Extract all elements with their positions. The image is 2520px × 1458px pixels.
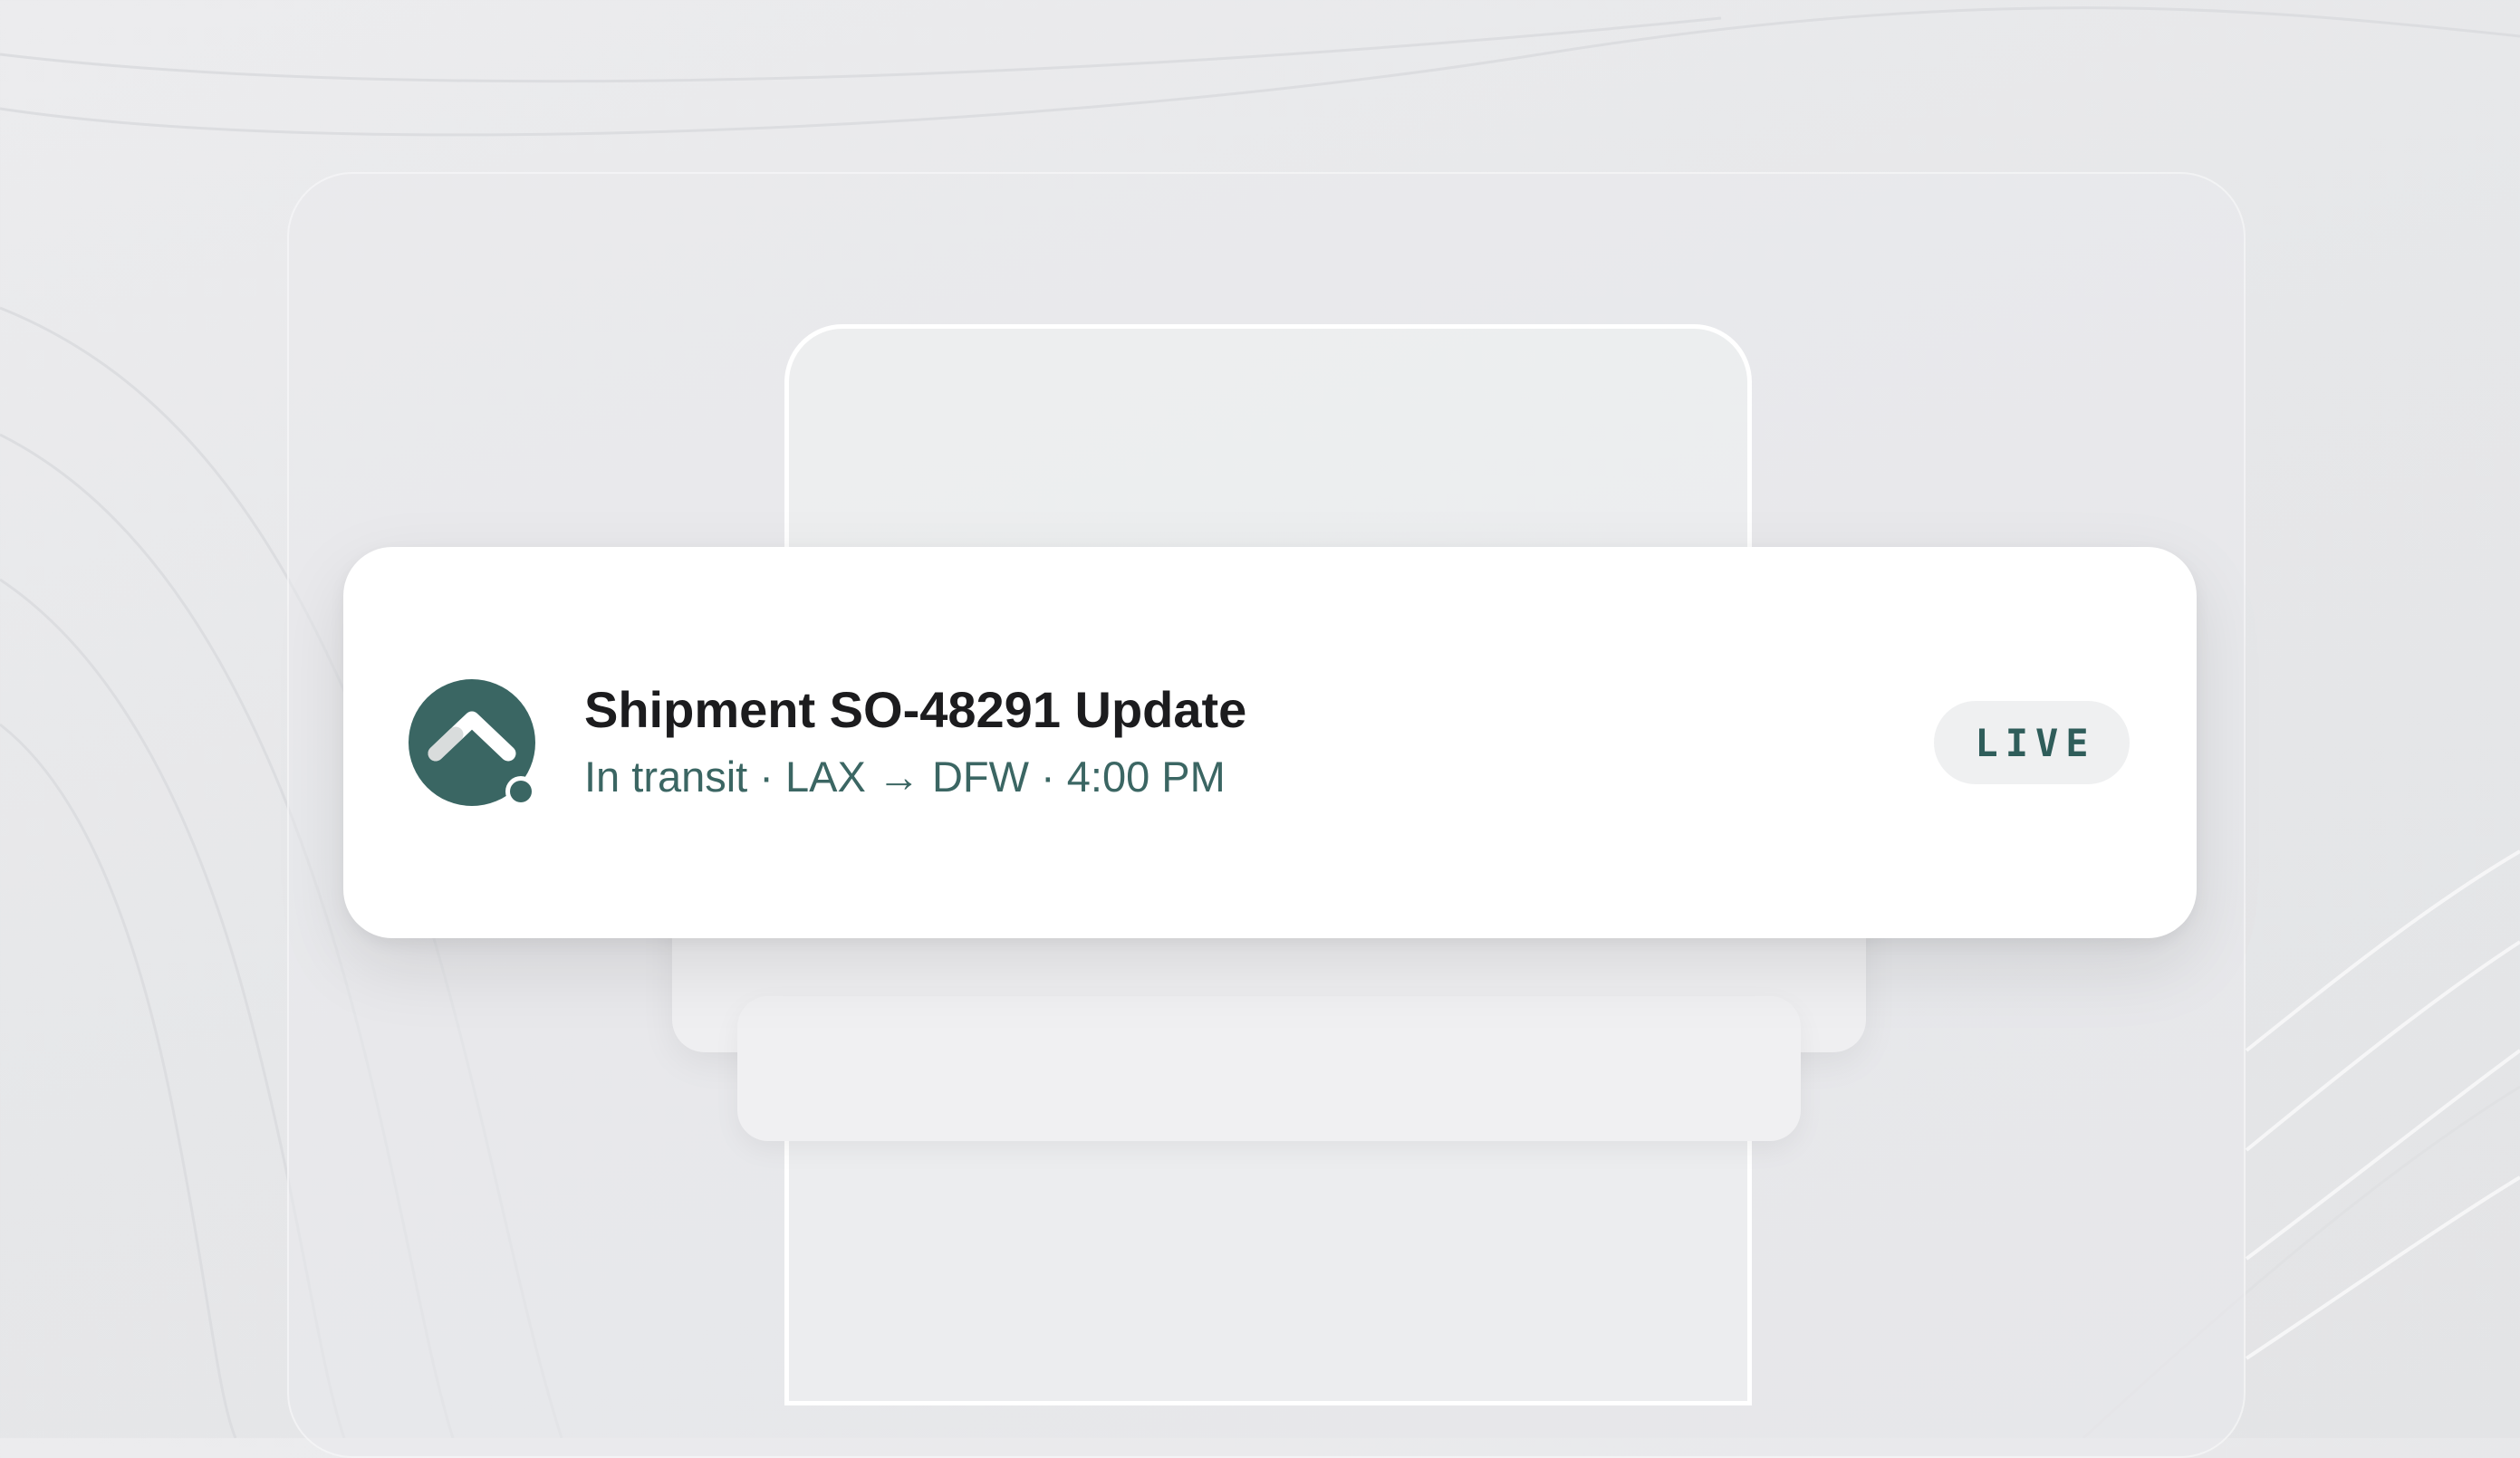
live-badge: LIVE [1934,701,2130,784]
stacked-notification-card[interactable] [737,996,1801,1141]
notification-title: Shipment SO-48291 Update [584,681,1247,738]
notification-subtitle: In transit · LAX → DFW · 4:00 PM [584,753,1226,801]
chevron-up-app-icon [409,679,536,807]
notification-card[interactable]: Shipment SO-48291 Update In transit · LA… [343,547,2197,938]
